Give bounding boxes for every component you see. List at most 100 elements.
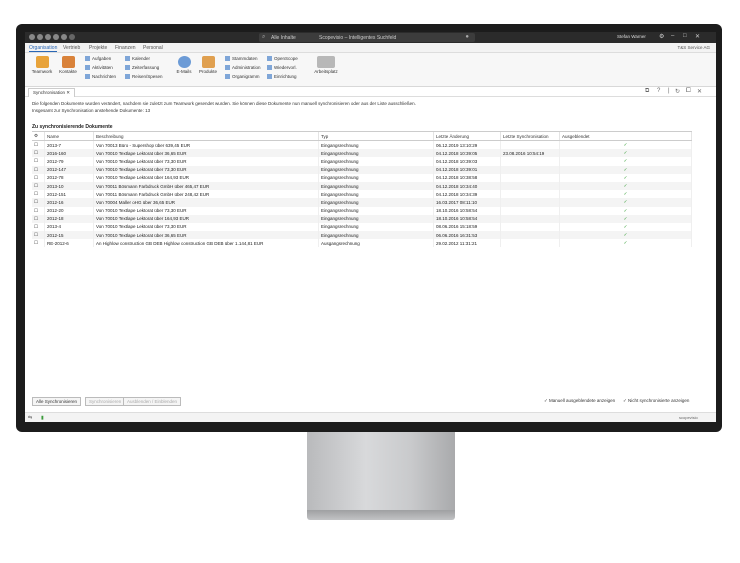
emails-button[interactable]: E-Mails xyxy=(173,56,195,74)
stammdaten-button[interactable]: Stammdaten xyxy=(225,56,258,61)
menu-organisation[interactable]: Organisation xyxy=(29,45,58,52)
openscope-button[interactable]: OpenScope xyxy=(267,56,298,61)
row-checkbox[interactable]: ☐ xyxy=(32,149,45,158)
window-close-icon[interactable]: ✕ xyxy=(695,33,700,40)
search-input[interactable]: ⌕ Alle Inhalte Scopevisio – Intelligente… xyxy=(259,33,475,42)
menu-projekte[interactable]: Projekte xyxy=(89,45,107,51)
sync-all-button[interactable]: Alle Synchronisieren xyxy=(32,397,82,406)
minimize-icon[interactable]: – xyxy=(671,33,674,39)
tab-window-close-icon[interactable]: ✕ xyxy=(697,88,702,95)
user-menu[interactable]: Stefan Warner xyxy=(617,34,646,39)
chevron-down-icon[interactable] xyxy=(69,34,75,40)
header-ausgeblendet[interactable]: Ausgeblendet xyxy=(559,132,692,141)
help-icon[interactable]: ? xyxy=(657,88,660,94)
cell-ausgeblendet: ✓ xyxy=(559,198,692,207)
aktivitaeten-button[interactable]: Aktivitäten xyxy=(85,65,113,70)
zeiterfassung-button[interactable]: Zeiterfassung xyxy=(125,65,159,70)
header-settings-icon[interactable]: ⚙ xyxy=(32,132,45,141)
menu-personal[interactable]: Personal xyxy=(143,45,163,51)
table-row[interactable]: ☐ 2012-79 Von 70010 Textlape Lektorat über… xyxy=(32,157,692,166)
administration-button[interactable]: Administration xyxy=(225,65,261,70)
arbeitsplatz-button[interactable]: Arbeitsplatz xyxy=(309,56,343,74)
row-checkbox[interactable]: ☐ xyxy=(32,190,45,199)
cell-beschreibung: Von 70011 Bösmann Farbdruck GmbH über 46… xyxy=(93,181,319,191)
table-row[interactable]: ☐ 2012-147 Von 70010 Textlape Lektorat übe… xyxy=(32,165,692,174)
sync-button[interactable]: Synchronisieren xyxy=(85,397,126,406)
cell-ausgeblendet: ✓ xyxy=(559,140,692,150)
row-checkbox[interactable]: ☐ xyxy=(32,173,45,182)
row-checkbox[interactable]: ☐ xyxy=(32,157,45,166)
hide-show-button[interactable]: Ausblenden / Einblenden xyxy=(123,397,182,406)
cell-letzte-synchronisation xyxy=(500,239,560,248)
microphone-icon[interactable]: ● xyxy=(465,34,469,40)
header-name[interactable]: Name xyxy=(44,132,94,141)
cell-ausgeblendet: ✓ xyxy=(559,149,692,158)
table-row[interactable]: ☐ RE-2012-6 An Highlow construction GB DEB… xyxy=(32,239,692,248)
search-scope[interactable]: Alle Inhalte xyxy=(271,35,296,41)
row-checkbox[interactable]: ☐ xyxy=(32,222,45,232)
wiedervorlage-button[interactable]: Wiedervorl. xyxy=(267,65,297,70)
cell-letzte-aenderung: 08.06.2016 15:18:59 xyxy=(433,222,501,232)
reisen-button[interactable]: Reisen/Spesen xyxy=(125,74,163,79)
teamwork-icon xyxy=(35,56,49,68)
tab-close-icon[interactable]: ✕ xyxy=(66,90,70,95)
table-row[interactable]: ☐ 2013-7 Von 70013 Büro - Supershop über 6… xyxy=(32,140,692,150)
table-row[interactable]: ☐ 2012-15 Von 70010 Textlape Lektorat über… xyxy=(32,231,692,240)
organigramm-button[interactable]: Organigramm xyxy=(225,74,260,79)
cell-beschreibung: Von 70010 Textlape Lektorat über 36,65 E… xyxy=(93,231,319,240)
camera-icon[interactable] xyxy=(61,34,67,40)
header-typ[interactable]: Typ xyxy=(318,132,434,141)
master-data-icon xyxy=(225,56,230,61)
table-row[interactable]: ☐ 2012-18 Von 70010 Textlape Lektorat über… xyxy=(32,214,692,223)
row-checkbox[interactable]: ☐ xyxy=(32,181,45,191)
produkte-button[interactable]: Produkte xyxy=(197,56,219,74)
close-circle-icon[interactable] xyxy=(53,34,59,40)
network-icon[interactable]: ⇆ xyxy=(28,415,32,421)
copy-icon[interactable]: ⧉ xyxy=(645,88,649,95)
menu-vertrieb[interactable]: Vertrieb xyxy=(63,45,80,51)
table-row[interactable]: ☐ 2013-4 Von 70010 Textlape Lektorat über … xyxy=(32,222,692,232)
cell-letzte-synchronisation xyxy=(500,206,560,215)
cell-typ: Eingangsrechnung xyxy=(318,173,434,182)
lock-icon[interactable] xyxy=(37,34,43,40)
row-checkbox[interactable]: ☐ xyxy=(32,198,45,207)
row-checkbox[interactable]: ☐ xyxy=(32,239,45,248)
header-letzte-aenderung[interactable]: Letzte Änderung xyxy=(433,132,501,141)
monitor-stand xyxy=(307,432,455,512)
table-row[interactable]: ☐ 2013-10 Von 70011 Bösmann Farbdruck GmbH… xyxy=(32,181,692,191)
row-checkbox[interactable]: ☐ xyxy=(32,231,45,240)
not-synced-checkbox[interactable]: ✓ Nicht synchronisierte anzeigen xyxy=(623,398,689,404)
table-row[interactable]: ☐ 2016-160 Von 70010 Textlape Lektorat übe… xyxy=(32,149,692,158)
row-checkbox[interactable]: ☐ xyxy=(32,206,45,215)
table-row[interactable]: ☐ 2012-151 Von 70011 Bösmann Farbdruck Gmb… xyxy=(32,190,692,199)
show-hidden-checkbox[interactable]: ✓ Manuell ausgeblendete anzeigen xyxy=(544,398,615,404)
teamwork-button[interactable]: Teamwork xyxy=(30,56,54,74)
cell-letzte-aenderung: 04.12.2018 10:39:05 xyxy=(433,149,501,158)
home-icon[interactable] xyxy=(29,34,35,40)
kontakte-button[interactable]: Kontakte xyxy=(57,56,79,74)
add-icon[interactable] xyxy=(45,34,51,40)
table-row[interactable]: ☐ 2012-16 Von 70004 Maller oHG über 36,65 … xyxy=(32,198,692,207)
row-checkbox[interactable]: ☐ xyxy=(32,165,45,174)
maximize-icon[interactable]: □ xyxy=(683,33,687,39)
nachrichten-button[interactable]: Nachrichten xyxy=(85,74,116,79)
header-letzte-synchronisation[interactable]: Letzte Synchronisation xyxy=(500,132,560,141)
menu-finanzen[interactable]: Finanzen xyxy=(115,45,136,51)
table-row[interactable]: ☐ 2012-20 Von 70010 Textlape Lektorat über… xyxy=(32,206,692,215)
restore-icon[interactable]: ⧠ xyxy=(686,88,691,95)
tab-synchronisation[interactable]: Synchronisation ✕ xyxy=(28,88,76,97)
kalender-button[interactable]: Kalender xyxy=(125,56,150,61)
cell-name: 2013-4 xyxy=(44,222,94,232)
company-name[interactable]: T&S Service AG xyxy=(677,45,710,50)
cell-letzte-synchronisation: 23.08.2016 10:54:19 xyxy=(500,149,560,158)
cell-typ: Eingangsrechnung xyxy=(318,140,434,150)
row-checkbox[interactable]: ☐ xyxy=(32,214,45,223)
header-beschreibung[interactable]: Beschreibung xyxy=(93,132,319,141)
gear-icon[interactable]: ⚙ xyxy=(659,33,664,40)
refresh-icon[interactable]: ↻ xyxy=(675,88,680,95)
table-row[interactable]: ☐ 2012-78 Von 70010 Textlape Lektorat über… xyxy=(32,173,692,182)
aufgaben-button[interactable]: Aufgaben xyxy=(85,56,111,61)
row-checkbox[interactable]: ☐ xyxy=(32,140,45,150)
cell-letzte-aenderung: 16.03.2017 08:11:10 xyxy=(433,198,501,207)
einrichtung-button[interactable]: Einrichtung xyxy=(267,74,297,79)
